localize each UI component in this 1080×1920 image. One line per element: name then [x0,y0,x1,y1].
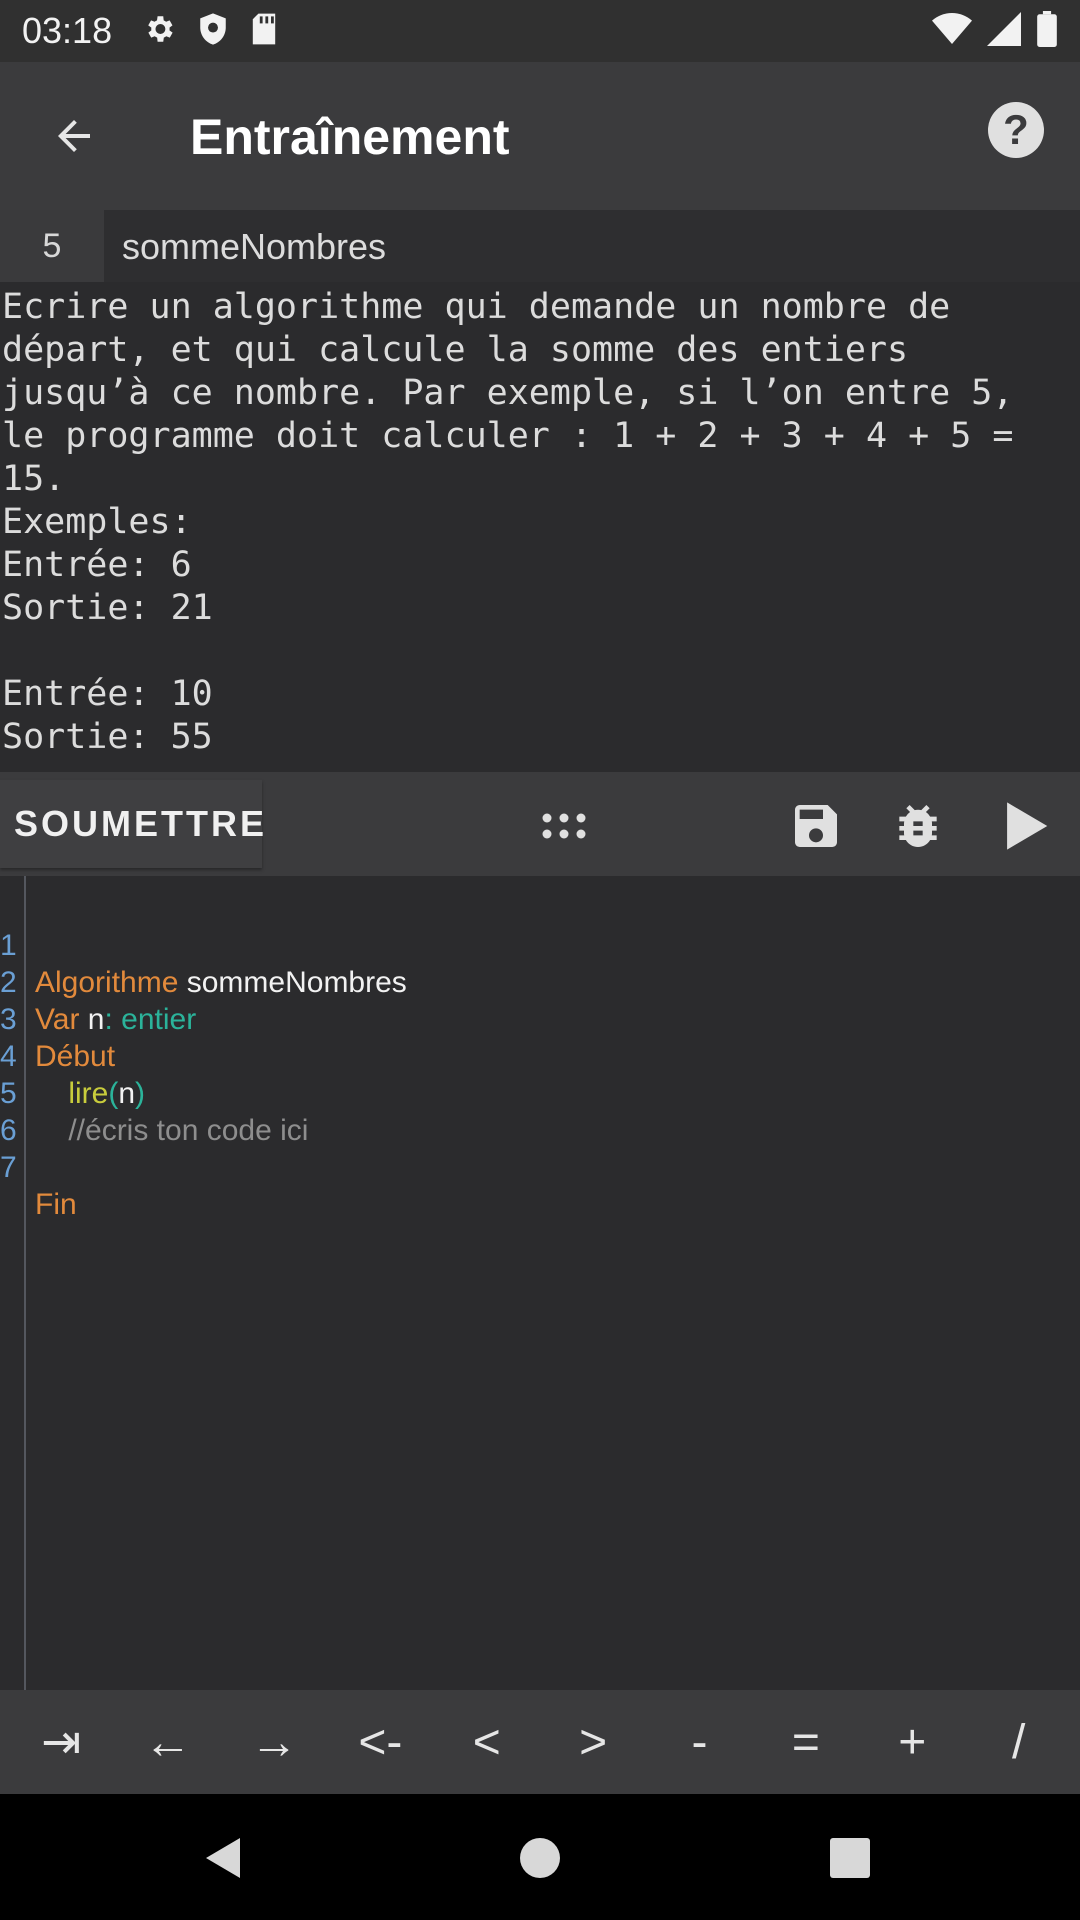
wifi-icon [932,12,972,51]
code-editor[interactable]: 1 Algorithme sommeNombres 2 Var n: entie… [0,876,1080,1690]
key-tab[interactable]: ⇥ [16,1714,106,1770]
run-icon[interactable] [998,798,1054,854]
code-token: : [104,1003,113,1036]
code-line[interactable]: 1 Algorithme sommeNombres [0,890,407,999]
code-line[interactable]: 2 Var n: entier [0,927,196,1036]
line-number: 7 [0,1151,17,1184]
problem-number: 5 [0,210,104,282]
back-button[interactable] [44,106,104,166]
signal-icon [986,11,1022,51]
code-token: ( [108,1077,119,1110]
key-arrow-right[interactable]: → [229,1715,319,1770]
page-title: Entraînement [190,109,510,165]
nav-back-button[interactable] [200,1834,248,1882]
code-token: //écris ton code ici [35,1114,309,1147]
key-minus[interactable]: - [655,1715,745,1770]
code-token: Fin [35,1188,77,1221]
code-token: Var [35,1003,80,1036]
problem-description: Ecrire un algorithme qui demande un nomb… [2,287,1014,757]
code-token: n [118,1077,136,1110]
code-line[interactable]: 4 lire(n) [0,1001,145,1110]
app-bar: Entraînement ? [0,62,1080,210]
system-nav-bar [0,1794,1080,1920]
code-token: sommeNombres [178,966,407,999]
key-less-than[interactable]: < [442,1715,532,1770]
key-greater-than[interactable]: > [548,1715,638,1770]
code-token: n [79,1003,105,1036]
nav-home-button[interactable] [516,1834,564,1882]
symbol-key-row: ⇥ ← → <- < > - = + / [0,1690,1080,1794]
arrow-left-icon [58,120,90,152]
help-button[interactable]: ? [988,102,1044,158]
problem-name: sommeNombres [122,226,387,267]
code-token: lire [35,1077,109,1110]
question-mark-icon: ? [1003,106,1029,153]
save-icon[interactable] [788,798,844,854]
bug-icon[interactable] [890,798,946,854]
key-arrow-left[interactable]: ← [123,1715,213,1770]
sd-card-icon [250,12,278,51]
code-line[interactable]: 7 Fin [0,1112,77,1221]
problem-header: 5 sommeNombres [0,210,1080,282]
code-line[interactable]: 3 Début [0,964,115,1073]
code-token: Algorithme [35,966,179,999]
nav-recents-button[interactable] [826,1834,874,1882]
code-line[interactable]: 5 //écris ton code ici [0,1038,308,1147]
settings-icon [142,12,176,51]
status-time: 03:18 [22,10,113,51]
code-token: Début [35,1040,116,1073]
key-equals[interactable]: = [761,1715,851,1770]
key-slash[interactable]: / [974,1715,1064,1770]
status-bar: 03:18 [0,0,1080,62]
submit-button[interactable]: SOUMETTRE [0,780,264,868]
triangle-back-icon [206,1838,240,1878]
editor-toolbar: SOUMETTRE [0,772,1080,876]
square-recents-icon [830,1838,870,1878]
code-line[interactable]: 6 [0,1075,33,1147]
code-token: entier [112,1003,197,1036]
code-token: ) [135,1077,146,1110]
key-assign[interactable]: <- [335,1715,425,1770]
key-plus[interactable]: + [867,1715,957,1770]
shield-icon [198,12,228,51]
circle-home-icon [520,1838,560,1878]
drag-handle-icon[interactable] [536,798,592,854]
battery-icon [1036,10,1058,52]
